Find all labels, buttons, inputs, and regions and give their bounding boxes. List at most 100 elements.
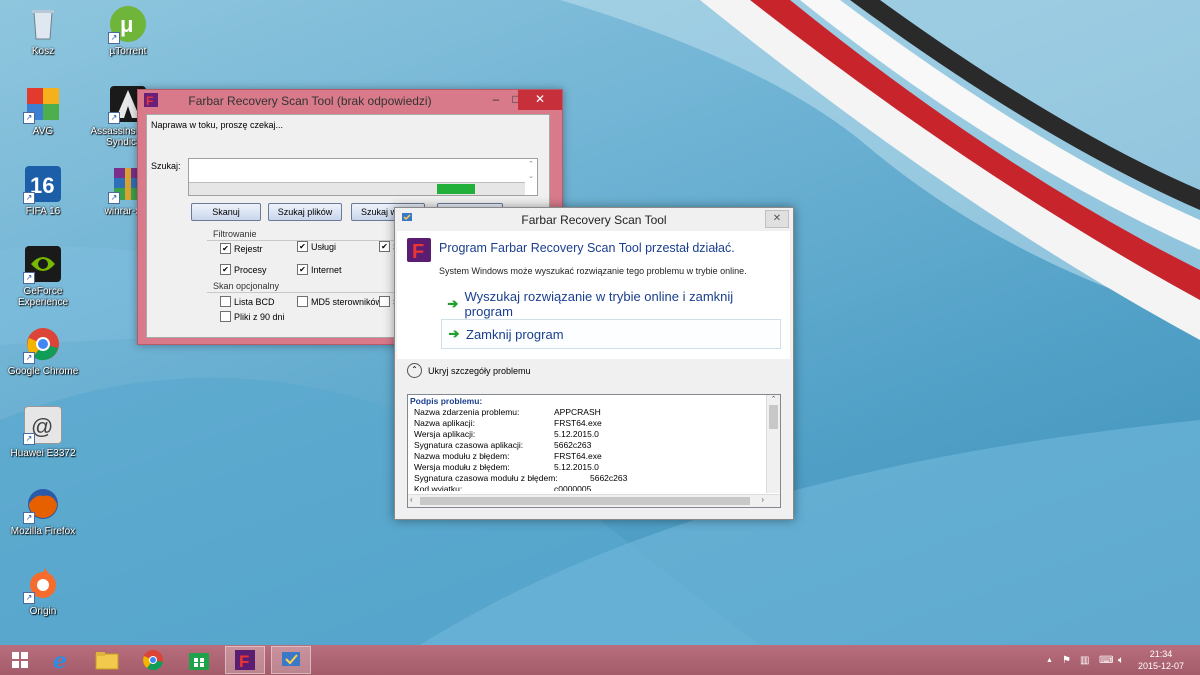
svg-text:F: F	[239, 652, 249, 671]
clock-time: 21:34	[1149, 649, 1173, 659]
detail-value: 5.12.2015.0	[554, 429, 599, 439]
checkmark: ✔	[379, 241, 390, 252]
error-dialog[interactable]: Farbar Recovery Scan Tool ✕ F Program Fa…	[394, 207, 794, 520]
detail-value: 5662c263	[554, 440, 592, 450]
action-center-icon[interactable]: ⚑	[1062, 645, 1071, 675]
detail-value: FRST64.exe	[554, 418, 602, 428]
checkbox-internet[interactable]: ✔ Internet	[297, 264, 342, 275]
volume-icon[interactable]: 🔈︎	[1118, 645, 1124, 675]
checkbox-processes[interactable]: ✔ Procesy	[220, 264, 267, 275]
error-subtext: System Windows może wyszukać rozwiązanie…	[439, 266, 747, 276]
checkmark: ✔	[220, 243, 231, 254]
firefox-icon: ↗	[23, 486, 61, 524]
desktop-icon-fifa[interactable]: 16 ↗ FIFA 16	[0, 166, 86, 217]
desktop-icon-origin[interactable]: ↗ Origin	[0, 566, 86, 617]
green-arrow-icon: ➔	[447, 296, 459, 311]
scroll-up-icon[interactable]: ⌃	[767, 395, 780, 403]
checkmark: ✔	[220, 264, 231, 275]
detail-key: Nazwa zdarzenia problemu:	[414, 407, 520, 417]
scan-button[interactable]: Skanuj	[191, 203, 261, 221]
vertical-scrollbar[interactable]: ⌃	[766, 395, 780, 493]
desktop-icon-firefox[interactable]: ↗ Mozilla Firefox	[0, 486, 86, 537]
desktop-icon-huawei[interactable]: @ ↗ Huawei E3372	[0, 406, 86, 459]
checkbox-registry[interactable]: ✔ Rejestr	[220, 243, 263, 254]
details-header: Podpis problemu:	[410, 396, 483, 406]
error-titlebar[interactable]: Farbar Recovery Scan Tool ✕	[395, 208, 793, 230]
progress-track	[189, 184, 475, 194]
close-program-option[interactable]: ➔ Zamknij program	[441, 319, 781, 349]
taskbar-explorer[interactable]	[87, 646, 127, 674]
clock[interactable]: 21:34 2015-12-07	[1138, 645, 1184, 675]
start-button[interactable]	[0, 646, 40, 674]
desktop-icon-label: AVG	[32, 126, 54, 137]
detail-value: 5.12.2015.0	[554, 462, 599, 472]
desktop-icon-geforce[interactable]: ↗ GeForce Experience	[0, 246, 86, 308]
error-reporting-icon	[282, 652, 300, 666]
show-hidden-icons[interactable]: ▲	[1046, 645, 1053, 675]
checkbox-services[interactable]: ✔ Usługi	[297, 241, 336, 252]
internet-explorer-icon: e	[53, 649, 67, 671]
search-online-option[interactable]: ➔ Wyszukaj rozwiązanie w trybie online i …	[441, 289, 779, 319]
horizontal-scrollbar[interactable]: ‹ ›	[408, 494, 780, 507]
search-files-button[interactable]: Szukaj plików	[268, 203, 342, 221]
scroll-right-icon[interactable]: ›	[761, 495, 764, 504]
search-label: Szukaj:	[151, 161, 181, 171]
geforce-icon: ↗	[23, 246, 61, 284]
svg-text:F: F	[412, 241, 424, 262]
scroll-left-icon[interactable]: ‹	[410, 495, 413, 504]
scrollbar-arrows[interactable]: ⌃ ⌄	[525, 159, 537, 183]
green-arrow-icon: ➔	[448, 326, 460, 341]
utorrent-icon: μ ↗	[108, 6, 146, 44]
checkbox-90-days[interactable]: Pliki z 90 dni	[220, 311, 285, 322]
desktop-icon-avg[interactable]: ↗ AVG	[0, 86, 86, 137]
desktop-icon-utorrent[interactable]: μ ↗ µTorrent	[85, 6, 171, 57]
desktop-icon-chrome[interactable]: ↗ Google Chrome	[0, 326, 86, 377]
detail-value: APPCRASH	[554, 407, 601, 417]
desktop-icon-label: FIFA 16	[25, 206, 61, 217]
network-icon[interactable]: ▥	[1080, 645, 1089, 675]
chrome-icon	[143, 650, 163, 671]
huawei-icon: @ ↗	[23, 406, 62, 445]
scroll-thumb[interactable]	[420, 497, 750, 505]
detail-key: Kod wyjątku:	[414, 484, 463, 491]
checkbox-bcd[interactable]: Lista BCD	[220, 296, 275, 307]
desktop-icon-label: Mozilla Firefox	[10, 526, 76, 537]
checkmark: ✔	[297, 264, 308, 275]
problem-details-box[interactable]: Podpis problemu: Nazwa zdarzenia problem…	[407, 394, 781, 508]
error-heading: Program Farbar Recovery Scan Tool przest…	[439, 241, 735, 255]
detail-value: c0000005	[554, 484, 592, 491]
desktop-icon-label: GeForce Experience	[17, 286, 69, 308]
frst-titlebar[interactable]: F Farbar Recovery Scan Tool (brak odpowi…	[138, 90, 562, 112]
toggle-details-button[interactable]: ⌃ Ukryj szczegóły problemu	[407, 363, 531, 378]
search-input[interactable]: ⌃ ⌄	[188, 158, 538, 196]
scroll-thumb[interactable]	[769, 405, 778, 429]
desktop-icon-label: µTorrent	[109, 46, 147, 57]
optional-group-label: Skan opcjonalny	[213, 281, 280, 291]
close-button[interactable]: ✕	[518, 90, 562, 110]
recycle-bin-icon	[25, 6, 61, 42]
frst-window-title: Farbar Recovery Scan Tool (brak odpowied…	[188, 94, 432, 108]
taskbar-store[interactable]	[179, 646, 219, 674]
fifa-icon: 16 ↗	[23, 166, 61, 204]
svg-text:e: e	[53, 649, 67, 671]
taskbar: e F ▲ ⚑ ▥ ⌨ 🔈︎ 21:34 2015-12-07	[0, 645, 1200, 675]
progress-fill	[436, 184, 475, 194]
checkbox-md5[interactable]: MD5 sterowników	[297, 296, 382, 307]
desktop-icon-label: Huawei E3372	[10, 448, 76, 459]
taskbar-ie[interactable]: e	[41, 646, 81, 674]
chrome-icon: ↗	[23, 326, 61, 364]
detail-key: Sygnatura czasowa modułu z błędem:	[414, 473, 558, 483]
taskbar-frst[interactable]: F	[225, 646, 265, 674]
desktop-icon-label: Google Chrome	[7, 366, 79, 377]
close-button[interactable]: ✕	[765, 210, 789, 228]
frst-status-text: Naprawa w toku, proszę czekaj...	[151, 120, 284, 130]
minimize-button[interactable]: –	[486, 90, 506, 110]
avg-icon: ↗	[23, 86, 61, 124]
taskbar-error-reporting[interactable]	[271, 646, 311, 674]
file-explorer-icon	[95, 652, 119, 670]
detail-key: Sygnatura czasowa aplikacji:	[414, 440, 524, 450]
input-icon[interactable]: ⌨	[1099, 645, 1113, 675]
desktop-icon-recycle-bin[interactable]: Kosz	[0, 6, 86, 57]
taskbar-chrome[interactable]	[133, 646, 173, 674]
frst-app-icon: F	[407, 238, 431, 263]
